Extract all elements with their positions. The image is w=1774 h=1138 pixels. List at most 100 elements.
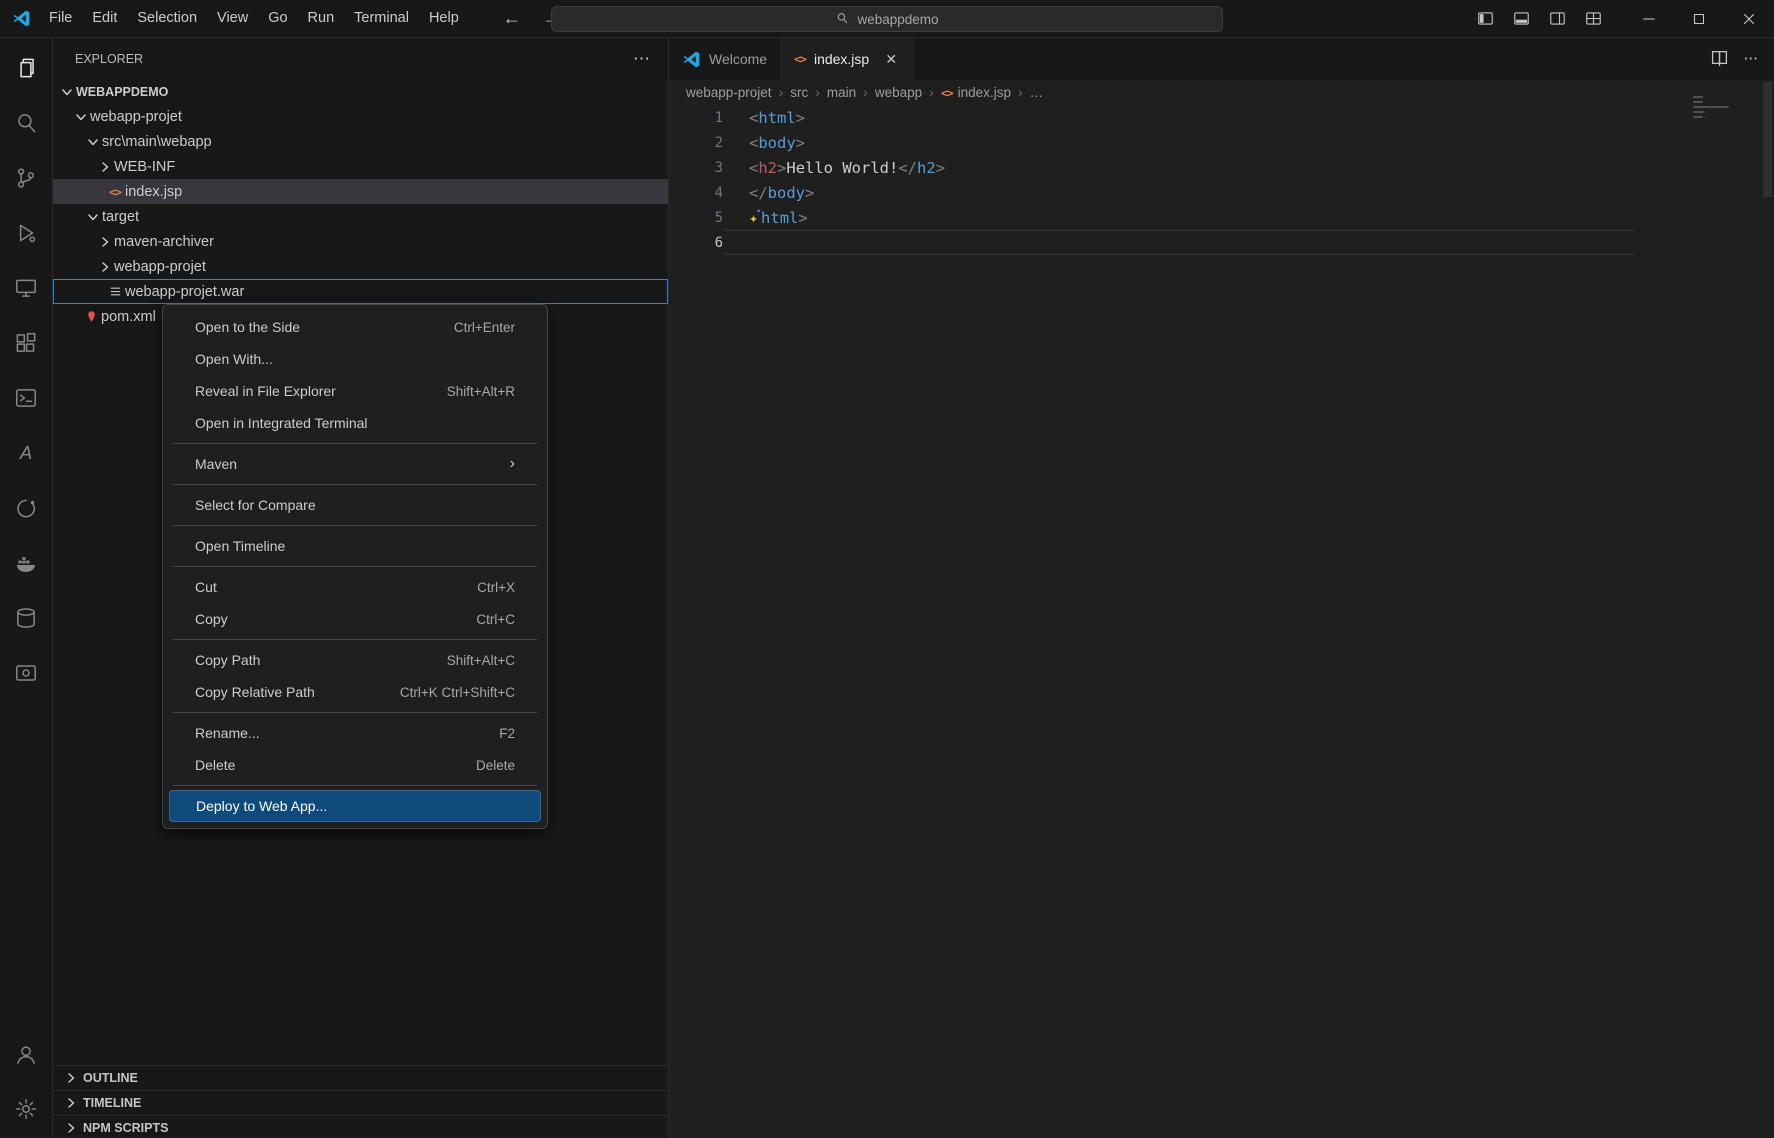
tab-index-jsp[interactable]: <>index.jsp✕ [781, 38, 914, 80]
toggle-secondary-sidebar-icon[interactable] [1542, 4, 1572, 34]
explorer-icon[interactable] [0, 40, 52, 95]
menu-item-label: Rename... [195, 725, 260, 741]
editor-scrollbar[interactable] [1763, 82, 1772, 197]
menu-file[interactable]: File [39, 5, 82, 32]
command-center-search[interactable]: webappdemo [551, 6, 1223, 32]
search-icon[interactable] [0, 95, 52, 150]
menu-help[interactable]: Help [419, 5, 469, 32]
sidebar-header: EXPLORER ⋯ [53, 38, 668, 79]
tab-welcome[interactable]: Welcome [669, 38, 781, 80]
line-number: 5 [669, 210, 723, 226]
chevron-right-icon [61, 1120, 80, 1136]
database-icon[interactable] [0, 590, 52, 645]
close-tab-icon[interactable]: ✕ [882, 50, 900, 68]
toggle-sidebar-icon[interactable] [1470, 4, 1500, 34]
menu-item-cut[interactable]: CutCtrl+X [169, 571, 541, 603]
breadcrumb-separator: › [815, 84, 820, 100]
terminal-icon[interactable] [0, 370, 52, 425]
split-editor-icon[interactable] [1711, 49, 1728, 70]
menu-terminal[interactable]: Terminal [344, 5, 419, 32]
menu-run[interactable]: Run [298, 5, 345, 32]
menu-item-open-in-integrated-terminal[interactable]: Open in Integrated Terminal [169, 407, 541, 439]
minimap[interactable] [1693, 96, 1763, 121]
customize-layout-icon[interactable] [1578, 4, 1608, 34]
remote-explorer-icon[interactable] [0, 260, 52, 315]
code-line-3: 3<h2>Hello World!</h2> [669, 155, 1774, 180]
code-editor[interactable]: 1<html>2<body>3<h2>Hello World!</h2>4</b… [669, 104, 1774, 1138]
breadcrumb-item-index-jsp[interactable]: <>index.jsp [941, 85, 1011, 100]
run-and-debug-icon[interactable] [0, 205, 52, 260]
breadcrumb-item-[interactable]: … [1030, 85, 1044, 100]
gradle-icon[interactable] [0, 480, 52, 535]
maximize-button[interactable] [1674, 0, 1724, 37]
editor-more-actions-icon[interactable]: ⋯ [1744, 51, 1759, 67]
titlebar: FileEditSelectionViewGoRunTerminalHelp ←… [0, 0, 1774, 38]
line-number: 4 [669, 185, 723, 201]
menu-item-label: Delete [195, 757, 235, 773]
menu-item-open-to-the-side[interactable]: Open to the SideCtrl+Enter [169, 311, 541, 343]
tree-item-index-jsp[interactable]: <>index.jsp [53, 179, 668, 204]
extensions-icon[interactable] [0, 315, 52, 370]
menu-item-maven[interactable]: Maven› [169, 448, 541, 480]
close-button[interactable] [1724, 0, 1774, 37]
activity-bar-bottom [0, 1026, 52, 1136]
code-token: < [749, 134, 758, 152]
tree-item-webapp-projet-war[interactable]: webapp-projet.war [53, 279, 668, 304]
code-token: h2 [758, 159, 777, 177]
menu-item-delete[interactable]: DeleteDelete [169, 749, 541, 781]
section-npm-scripts[interactable]: NPM SCRIPTS [53, 1115, 668, 1138]
azure-icon[interactable]: A [0, 425, 52, 480]
settings-icon[interactable] [0, 1081, 52, 1136]
breadcrumb-item-main[interactable]: main [827, 85, 856, 100]
file-tree: WEBAPPDEMOwebapp-projetsrc\main\webappWE… [53, 79, 668, 329]
code-token: > [805, 184, 814, 202]
back-arrow-icon[interactable]: ← [503, 8, 521, 29]
docker-icon[interactable] [0, 535, 52, 590]
tree-root-webappdemo[interactable]: WEBAPPDEMO [53, 79, 668, 104]
breadcrumb-item-webapp-projet[interactable]: webapp-projet [686, 85, 772, 100]
breadcrumb-item-src[interactable]: src [790, 85, 808, 100]
menu-item-open-with[interactable]: Open With... [169, 343, 541, 375]
toggle-panel-icon[interactable] [1506, 4, 1536, 34]
code-token: > [798, 209, 807, 227]
breadcrumb-item-webapp[interactable]: webapp [875, 85, 922, 100]
accounts-icon[interactable] [0, 1026, 52, 1081]
breadcrumb-separator: › [1018, 84, 1023, 100]
menu-go[interactable]: Go [258, 5, 297, 32]
code-token: > [777, 159, 786, 177]
menubar: FileEditSelectionViewGoRunTerminalHelp [39, 5, 469, 32]
menu-selection[interactable]: Selection [127, 5, 207, 32]
menu-item-deploy-to-web-app[interactable]: Deploy to Web App... [169, 790, 541, 822]
line-content: <h2>Hello World!</h2> [723, 159, 945, 177]
minimap-line [1693, 106, 1729, 108]
remote-icon[interactable] [0, 645, 52, 700]
tree-item-webapp-projet[interactable]: webapp-projet [53, 254, 668, 279]
menu-item-copy[interactable]: CopyCtrl+C [169, 603, 541, 635]
menu-item-reveal-in-file-explorer[interactable]: Reveal in File ExplorerShift+Alt+R [169, 375, 541, 407]
file-jsp-icon: <> [105, 185, 125, 199]
file-war-icon [105, 284, 125, 299]
menu-item-open-timeline[interactable]: Open Timeline [169, 530, 541, 562]
menu-view[interactable]: View [207, 5, 258, 32]
menu-item-copy-path[interactable]: Copy PathShift+Alt+C [169, 644, 541, 676]
tree-item-maven-archiver[interactable]: maven-archiver [53, 229, 668, 254]
activity-bar: A [0, 38, 53, 1138]
menu-item-rename[interactable]: Rename...F2 [169, 717, 541, 749]
menu-edit[interactable]: Edit [82, 5, 127, 32]
tree-item-webapp-projet[interactable]: webapp-projet [53, 104, 668, 129]
tab-label: Welcome [709, 51, 767, 67]
section-outline[interactable]: OUTLINE [53, 1065, 668, 1090]
tree-item-target[interactable]: target [53, 204, 668, 229]
sidebar-title: EXPLORER [75, 52, 143, 66]
menu-item-select-for-compare[interactable]: Select for Compare [169, 489, 541, 521]
tree-item-src-main-webapp[interactable]: src\main\webapp [53, 129, 668, 154]
chevron-right-icon [95, 259, 114, 275]
menu-item-label: Open Timeline [195, 538, 285, 554]
menu-item-copy-relative-path[interactable]: Copy Relative PathCtrl+K Ctrl+Shift+C [169, 676, 541, 708]
sidebar-more-actions-icon[interactable]: ⋯ [633, 49, 650, 69]
source-control-icon[interactable] [0, 150, 52, 205]
tree-item-web-inf[interactable]: WEB-INF [53, 154, 668, 179]
search-icon [835, 11, 849, 28]
section-timeline[interactable]: TIMELINE [53, 1090, 668, 1115]
minimize-button[interactable] [1624, 0, 1674, 37]
